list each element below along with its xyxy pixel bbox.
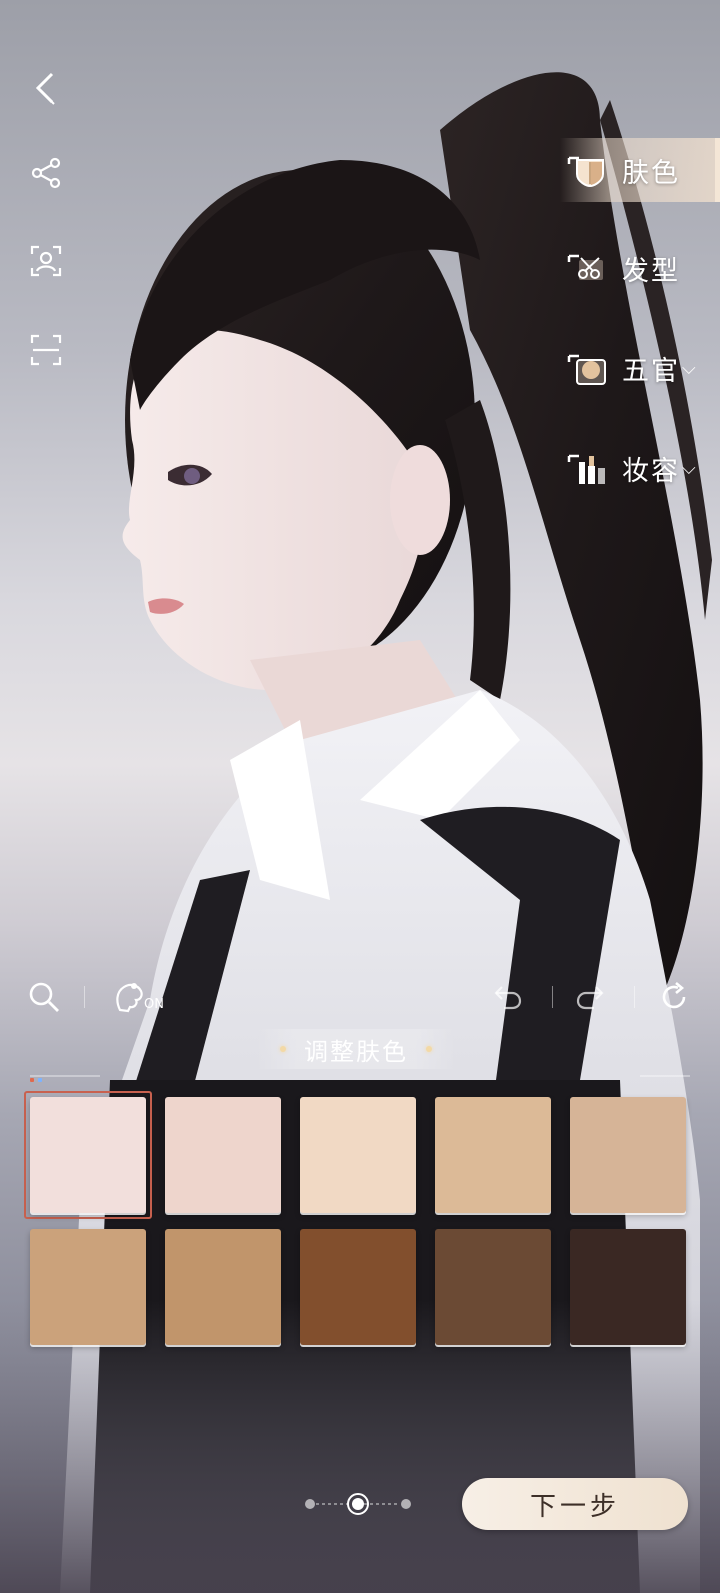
- category-label: 五官: [622, 355, 680, 387]
- category-hairstyle[interactable]: 发型: [560, 236, 720, 300]
- divider: [634, 986, 635, 1008]
- section-title-text: 调整肤色: [304, 1037, 408, 1066]
- hud-line: [30, 1075, 100, 1077]
- redo-icon: [576, 986, 604, 1010]
- redo-button[interactable]: [570, 975, 610, 1019]
- hair-visibility-toggle[interactable]: ON: [112, 975, 172, 1019]
- category-facial-features[interactable]: 五官 ⌵: [560, 336, 720, 400]
- facial-features-icon: [560, 344, 616, 392]
- hairstyle-icon: [560, 244, 616, 292]
- scan-code-button[interactable]: [26, 330, 66, 370]
- reset-button[interactable]: [654, 975, 694, 1019]
- title-dot: [280, 1046, 286, 1052]
- category-skin-tone[interactable]: 肤色: [560, 138, 720, 202]
- skin-tone-swatch-1[interactable]: [30, 1097, 146, 1213]
- skin-tone-swatch-8[interactable]: [300, 1229, 416, 1345]
- skin-tone-swatch-10[interactable]: [570, 1229, 686, 1345]
- skin-tone-swatch-3[interactable]: [300, 1097, 416, 1213]
- next-step-label: 下一步: [529, 1491, 620, 1522]
- category-label: 妆容: [622, 455, 680, 487]
- hud-line: [640, 1075, 690, 1077]
- chevron-left-icon: [35, 72, 55, 105]
- category-label: 发型: [622, 255, 680, 287]
- skin-tone-swatch-7[interactable]: [165, 1229, 281, 1345]
- skin-tone-swatch-6[interactable]: [30, 1229, 146, 1345]
- page-dot: [305, 1499, 315, 1509]
- share-icon: [31, 157, 61, 189]
- chevron-down-icon: ⌵: [682, 457, 696, 479]
- share-button[interactable]: [26, 153, 66, 193]
- page-dot: [401, 1499, 411, 1509]
- page-indicator: [305, 1493, 411, 1515]
- next-step-button[interactable]: 下一步: [462, 1478, 688, 1530]
- skin-tone-swatch-5[interactable]: [570, 1097, 686, 1213]
- undo-button[interactable]: [488, 975, 528, 1019]
- chevron-down-icon: ⌵: [682, 357, 696, 379]
- face-scan-button[interactable]: [26, 241, 66, 281]
- hair-head-icon: [116, 983, 143, 1013]
- category-makeup[interactable]: 妆容 ⌵: [560, 436, 720, 500]
- category-label: 肤色: [622, 157, 680, 189]
- skin-tone-swatch-9[interactable]: [435, 1229, 551, 1345]
- divider: [84, 986, 85, 1008]
- skin-tone-swatch-2[interactable]: [165, 1097, 281, 1213]
- search-button[interactable]: [24, 975, 64, 1019]
- skin-tone-swatch-4[interactable]: [435, 1097, 551, 1213]
- search-icon: [29, 982, 59, 1012]
- title-dot: [426, 1046, 432, 1052]
- hair-toggle-state: ON: [144, 996, 164, 1012]
- makeup-icon: [560, 444, 616, 492]
- section-title: 调整肤色: [256, 1029, 456, 1069]
- hud-dots: [30, 1078, 44, 1082]
- skin-tone-icon: [560, 146, 616, 194]
- undo-icon: [494, 986, 522, 1010]
- face-scan-icon: [30, 245, 62, 277]
- back-button[interactable]: [26, 68, 66, 108]
- refresh-icon: [662, 982, 686, 1009]
- scan-frame-icon: [30, 334, 62, 366]
- divider: [552, 986, 553, 1008]
